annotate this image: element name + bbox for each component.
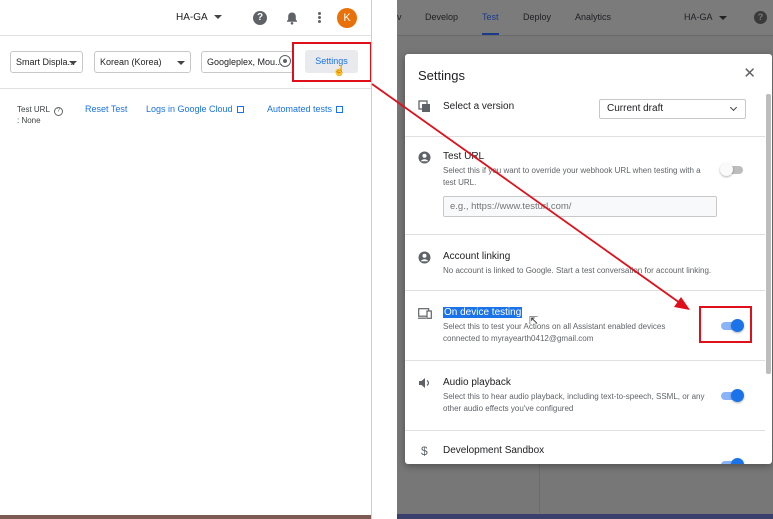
settings-dialog: Settings ✕ Select a version Current draf…	[405, 54, 772, 464]
surface-select[interactable]: Smart Displa...	[10, 51, 83, 73]
chevron-down-icon	[718, 15, 727, 20]
test-url-value: : None	[17, 116, 41, 125]
version-label: Select a version	[443, 101, 515, 112]
open-in-new-icon	[336, 106, 344, 113]
toggle-highlight-box	[699, 306, 752, 343]
version-select[interactable]: Current draft	[599, 99, 746, 119]
help-circle-icon[interactable]: ?	[53, 107, 63, 116]
tab-overview[interactable]: v	[397, 12, 402, 22]
my-location-icon[interactable]	[279, 55, 291, 67]
tab-test[interactable]: Test	[482, 12, 499, 35]
automated-tests-link[interactable]: Automated tests	[267, 104, 344, 114]
test-url-input[interactable]	[443, 196, 717, 217]
top-bar: HA-GA ? K	[0, 0, 371, 36]
automated-tests-label: Automated tests	[267, 104, 333, 114]
divider	[0, 88, 371, 89]
help-icon[interactable]: ?	[754, 11, 767, 24]
dev-sandbox-label: Development Sandbox	[443, 445, 545, 456]
settings-highlight-box	[292, 42, 371, 82]
chevron-down-icon	[69, 61, 77, 65]
avatar[interactable]: K	[337, 8, 357, 28]
test-url-toggle[interactable]	[720, 163, 743, 176]
scrollbar[interactable]	[766, 94, 771, 374]
help-icon[interactable]: ?	[253, 11, 267, 25]
test-url-info: Test URL? : None	[17, 105, 63, 126]
account-circle-icon	[418, 151, 431, 164]
left-panel: HA-GA ? K Smart Displa... Korean (Korea)…	[0, 0, 372, 519]
audio-playback-desc: Select this to hear audio playback, incl…	[443, 392, 705, 413]
bottom-strip	[0, 515, 371, 519]
project-name: HA-GA	[684, 12, 713, 22]
test-url-row: Test URL Select this if you want to over…	[405, 137, 765, 235]
audio-playback-row: Audio playback Select this to hear audio…	[405, 361, 765, 431]
dialog-title: Settings	[418, 68, 465, 83]
on-device-label: On device testing	[443, 307, 523, 318]
logs-link-label: Logs in Google Cloud	[146, 104, 233, 114]
more-vert-icon[interactable]	[316, 11, 322, 25]
on-device-label-text: On device testing	[443, 307, 523, 318]
dollar-icon: $	[421, 444, 428, 458]
test-url-desc: Select this if you want to override your…	[443, 166, 701, 187]
surface-select-value: Smart Displa...	[16, 57, 76, 67]
logs-link[interactable]: Logs in Google Cloud	[146, 104, 244, 114]
account-circle-icon	[418, 251, 431, 264]
volume-icon	[419, 378, 430, 388]
on-device-desc: Select this to test your Actions on all …	[443, 322, 666, 343]
tab-analytics[interactable]: Analytics	[575, 12, 611, 22]
account-linking-row: Account linking No account is linked to …	[405, 235, 765, 291]
project-selector[interactable]: HA-GA	[176, 12, 222, 23]
dev-sandbox-row: $ Development Sandbox	[405, 431, 765, 464]
tab-develop[interactable]: Develop	[425, 12, 458, 22]
audio-playback-label: Audio playback	[443, 377, 511, 388]
open-in-new-icon	[236, 106, 244, 113]
bottom-strip	[397, 514, 773, 519]
close-icon[interactable]: ✕	[743, 66, 756, 81]
tab-deploy[interactable]: Deploy	[523, 12, 551, 22]
top-nav: v Develop Test Deploy Analytics HA-GA ?	[397, 0, 773, 36]
project-selector[interactable]: HA-GA	[684, 12, 727, 22]
test-url-label: Test URL	[17, 105, 50, 114]
devices-icon	[418, 308, 432, 319]
audio-playback-toggle[interactable]	[721, 389, 744, 402]
bell-icon[interactable]	[285, 11, 299, 25]
chevron-down-icon	[213, 15, 222, 20]
hand-cursor-icon: ☝	[333, 66, 346, 77]
chevron-down-icon	[177, 61, 185, 65]
chevron-down-icon	[729, 103, 738, 112]
copy-icon	[418, 100, 430, 112]
account-linking-desc: No account is linked to Google. Start a …	[443, 266, 712, 275]
location-select-value: Googleplex, Mou...	[207, 57, 283, 67]
dev-sandbox-toggle[interactable]	[721, 458, 744, 464]
language-select[interactable]: Korean (Korea)	[94, 51, 191, 73]
test-url-label: Test URL	[443, 151, 485, 162]
account-linking-label: Account linking	[443, 251, 511, 262]
project-name: HA-GA	[176, 12, 208, 23]
language-select-value: Korean (Korea)	[100, 57, 162, 67]
cursor-icon: ⇱	[529, 315, 539, 327]
version-select-value: Current draft	[607, 103, 664, 114]
reset-test-link[interactable]: Reset Test	[85, 104, 127, 114]
